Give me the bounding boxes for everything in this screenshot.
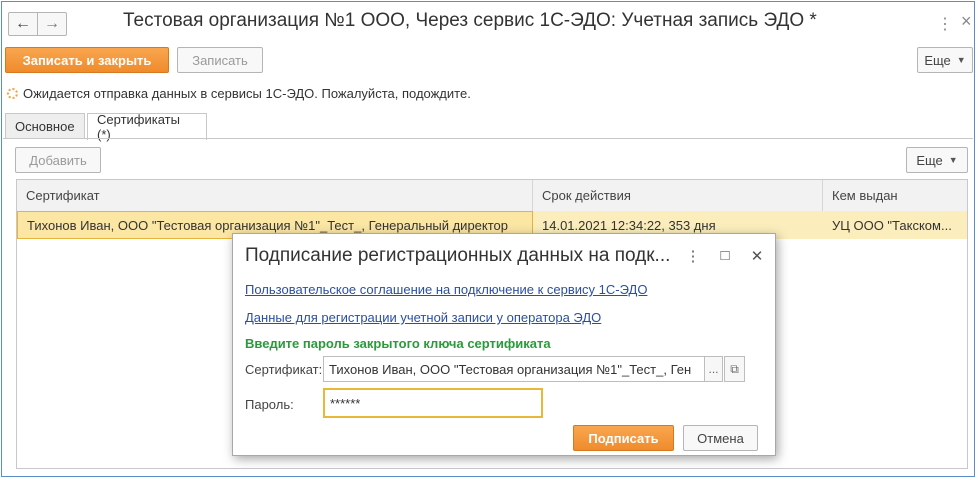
cert-more-label: Еще — [916, 152, 943, 168]
forward-button[interactable]: → — [37, 12, 67, 36]
arrow-right-icon: → — [44, 15, 60, 32]
password-label: Пароль: — [245, 397, 294, 412]
loading-spinner-icon — [7, 88, 18, 99]
chevron-down-icon: ▼ — [948, 155, 958, 165]
tab-main-label: Основное — [15, 119, 75, 134]
arrow-left-icon: ← — [15, 15, 31, 32]
agreement-link[interactable]: Пользовательское соглашение на подключен… — [245, 282, 647, 297]
sign-button[interactable]: Подписать — [573, 425, 674, 451]
cancel-button[interactable]: Отмена — [683, 425, 758, 451]
tab-main[interactable]: Основное — [5, 113, 85, 139]
more-label: Еще — [924, 52, 951, 68]
back-button[interactable]: ← — [8, 12, 38, 36]
save-button[interactable]: Записать — [177, 47, 263, 73]
password-field[interactable]: ****** — [323, 388, 543, 418]
dialog-menu-icon[interactable]: ⋮ — [684, 247, 702, 265]
chevron-down-icon: ▼ — [956, 55, 966, 65]
column-header-issuer[interactable]: Кем выдан — [823, 180, 969, 211]
registration-data-link[interactable]: Данные для регистрации учетной записи у … — [245, 310, 601, 325]
column-header-validity[interactable]: Срок действия — [533, 180, 823, 211]
certificate-field[interactable]: Тихонов Иван, ООО "Тестовая организация … — [323, 356, 705, 382]
password-prompt-note: Введите пароль закрытого ключа сертифика… — [245, 336, 551, 351]
window-title: Тестовая организация №1 ООО, Через серви… — [123, 10, 817, 31]
save-and-close-button[interactable]: Записать и закрыть — [5, 47, 169, 73]
cell-issuer[interactable]: УЦ ООО "Такском... — [823, 211, 969, 239]
signing-dialog: Подписание регистрационных данных на под… — [232, 233, 776, 456]
cert-more-button[interactable]: Еще ▼ — [906, 147, 968, 173]
certificate-label: Сертификат: — [245, 362, 323, 377]
window-menu-icon[interactable]: ⋮ — [937, 14, 953, 34]
tab-divider — [3, 138, 973, 139]
window-close-icon[interactable]: × — [961, 11, 972, 32]
table-header: Сертификат Срок действия Кем выдан — [17, 180, 967, 212]
column-header-certificate[interactable]: Сертификат — [17, 180, 533, 211]
open-icon[interactable]: ⧉ — [724, 356, 745, 382]
maximize-icon[interactable]: □ — [716, 247, 734, 264]
dialog-title: Подписание регистрационных данных на под… — [245, 245, 671, 266]
certificate-select-button[interactable]: ... — [704, 356, 723, 382]
add-button[interactable]: Добавить — [15, 147, 101, 173]
status-text: Ожидается отправка данных в сервисы 1С-Э… — [23, 86, 471, 101]
status-line: Ожидается отправка данных в сервисы 1С-Э… — [7, 86, 471, 101]
tab-certificates[interactable]: Сертификаты (*) — [87, 112, 207, 142]
more-button[interactable]: Еще ▼ — [917, 47, 973, 73]
dialog-close-icon[interactable]: ✕ — [748, 247, 766, 265]
